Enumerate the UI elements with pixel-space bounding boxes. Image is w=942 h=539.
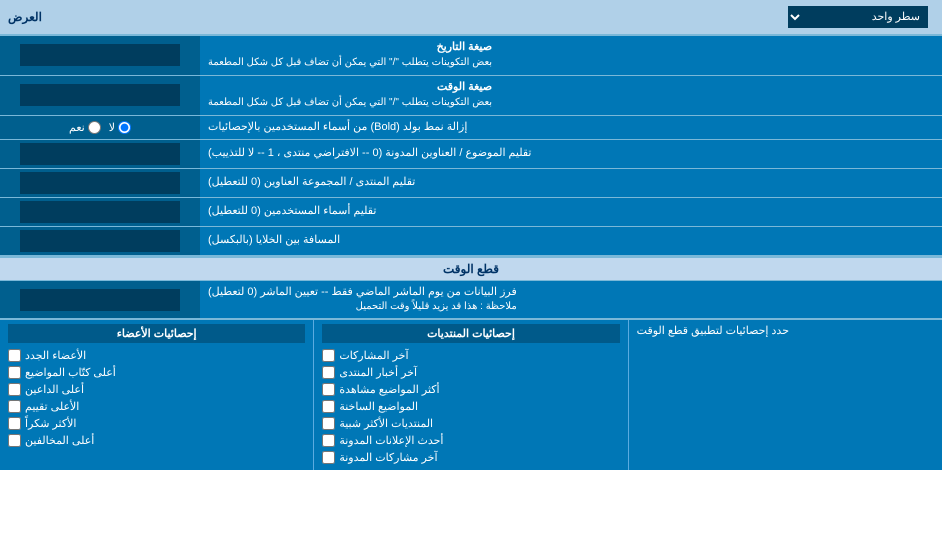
date-format-row: صيغة التاريخ بعض التكوينات يتطلب "/" الت… xyxy=(0,36,942,76)
time-format-row: صيغة الوقت بعض التكوينات يتطلب "/" التي … xyxy=(0,76,942,116)
cb-most-thanked: الأكثر شكراً xyxy=(8,415,305,432)
forum-stats-header: إحصائيات المنتديات xyxy=(322,324,619,343)
member-stats-header: إحصائيات الأعضاء xyxy=(8,324,305,343)
cb-top-rated-input[interactable] xyxy=(8,400,21,413)
cb-new-members: الأعضاء الجدد xyxy=(8,347,305,364)
cb-announcements-input[interactable] xyxy=(322,434,335,447)
cb-top-inviters: أعلى الداعين xyxy=(8,381,305,398)
forum-stats-group: إحصائيات المنتديات آخر المشاركات آخر أخب… xyxy=(313,320,627,470)
member-stats-group: إحصائيات الأعضاء الأعضاء الجدد أعلى كتّا… xyxy=(0,320,313,470)
bold-remove-row: إزالة نمط بولد (Bold) من أسماء المستخدمي… xyxy=(0,116,942,140)
time-cutoff-input[interactable]: 0 xyxy=(20,289,180,311)
cell-spacing-label: المسافة بين الخلايا (بالبكسل) xyxy=(200,227,942,255)
time-cutoff-row: فرز البيانات من يوم الماشر الماضي فقط --… xyxy=(0,281,942,319)
forum-trim-input-cell: 33 xyxy=(0,169,200,197)
time-cutoff-label: فرز البيانات من يوم الماشر الماضي فقط --… xyxy=(200,281,942,318)
cb-top-rated: الأعلى تقييم xyxy=(8,398,305,415)
cb-forum-news: آخر أخبار المنتدى xyxy=(322,364,619,381)
cell-spacing-input-cell: 2 xyxy=(0,227,200,255)
checkboxes-area: حدد إحصائيات لتطبيق قطع الوقت إحصائيات ا… xyxy=(0,319,942,470)
bold-remove-label: إزالة نمط بولد (Bold) من أسماء المستخدمي… xyxy=(200,116,942,139)
cb-top-inviters-input[interactable] xyxy=(8,383,21,396)
time-format-input[interactable]: H:i xyxy=(20,84,180,106)
cb-top-posters-input[interactable] xyxy=(8,366,21,379)
cb-most-viewed: أكثر المواضيع مشاهدة xyxy=(322,381,619,398)
date-format-label: صيغة التاريخ بعض التكوينات يتطلب "/" الت… xyxy=(200,36,942,75)
date-format-input-cell: d-m xyxy=(0,36,200,75)
topic-order-row: تقليم الموضوع / العناوين المدونة (0 -- ا… xyxy=(0,140,942,169)
forum-trim-label: تقليم المنتدى / المجموعة العناوين (0 للت… xyxy=(200,169,942,197)
forum-trim-input[interactable]: 33 xyxy=(20,172,180,194)
time-cutoff-section-header: قطع الوقت xyxy=(0,256,942,281)
bold-remove-options: لا نعم xyxy=(0,116,200,139)
cb-new-members-input[interactable] xyxy=(8,349,21,362)
user-trim-label: تقليم أسماء المستخدمين (0 للتعطيل) xyxy=(200,198,942,226)
topic-order-label: تقليم الموضوع / العناوين المدونة (0 -- ا… xyxy=(200,140,942,168)
cb-blog-posts-input[interactable] xyxy=(322,451,335,464)
user-trim-row: تقليم أسماء المستخدمين (0 للتعطيل) 0 xyxy=(0,198,942,227)
bold-yes-option[interactable]: نعم xyxy=(69,121,101,134)
time-format-label: صيغة الوقت بعض التكوينات يتطلب "/" التي … xyxy=(200,76,942,115)
topic-order-input-cell: 33 xyxy=(0,140,200,168)
cb-last-posts-input[interactable] xyxy=(322,349,335,362)
display-mode-select[interactable]: سطر واحد xyxy=(788,6,928,28)
cb-blog-posts: آخر مشاركات المدونة xyxy=(322,449,619,466)
user-trim-input-cell: 0 xyxy=(0,198,200,226)
cell-spacing-input[interactable]: 2 xyxy=(20,230,180,252)
cb-last-posts: آخر المشاركات xyxy=(322,347,619,364)
cell-spacing-row: المسافة بين الخلايا (بالبكسل) 2 xyxy=(0,227,942,256)
stats-limit-label: حدد إحصائيات لتطبيق قطع الوقت xyxy=(628,320,942,470)
date-format-input[interactable]: d-m xyxy=(20,44,180,66)
cb-most-viewed-input[interactable] xyxy=(322,383,335,396)
cb-top-forums: المنتديات الأكثر شبية xyxy=(322,415,619,432)
cb-top-posters: أعلى كتّاب المواضيع xyxy=(8,364,305,381)
user-trim-input[interactable]: 0 xyxy=(20,201,180,223)
cb-top-forums-input[interactable] xyxy=(322,417,335,430)
cb-forum-news-input[interactable] xyxy=(322,366,335,379)
cb-announcements: أحدث الإعلانات المدونة xyxy=(322,432,619,449)
cb-hot-topics-input[interactable] xyxy=(322,400,335,413)
time-format-input-cell: H:i xyxy=(0,76,200,115)
bold-no-option[interactable]: لا xyxy=(109,121,131,134)
cb-top-violators: أعلى المخالفين xyxy=(8,432,305,449)
topic-order-input[interactable]: 33 xyxy=(20,143,180,165)
forum-trim-row: تقليم المنتدى / المجموعة العناوين (0 للت… xyxy=(0,169,942,198)
cb-hot-topics: المواضيع الساخنة xyxy=(322,398,619,415)
cb-most-thanked-input[interactable] xyxy=(8,417,21,430)
cb-top-violators-input[interactable] xyxy=(8,434,21,447)
display-mode-label: العرض xyxy=(8,10,42,24)
time-cutoff-input-cell: 0 xyxy=(0,281,200,318)
